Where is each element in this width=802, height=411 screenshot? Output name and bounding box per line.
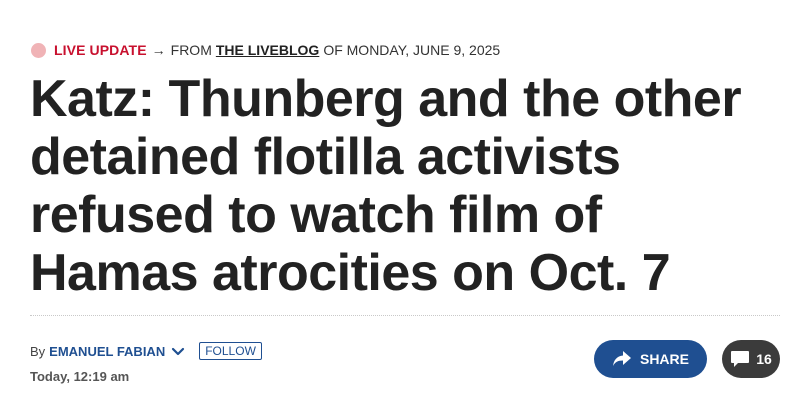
live-dot-icon (31, 42, 46, 58)
by-label: By (30, 343, 46, 359)
comment-bubble-icon (731, 351, 750, 367)
chevron-down-icon[interactable] (171, 344, 185, 358)
share-label: SHARE (639, 351, 689, 367)
live-update-label: LIVE UPDATE (54, 42, 147, 58)
liveblog-link[interactable]: THE LIVEBLOG (216, 42, 319, 58)
byline: By EMANUEL FABIAN FOLLOW (30, 342, 262, 360)
article-headline: Katz: Thunberg and the other detained fl… (30, 70, 742, 302)
share-arrow-icon (612, 351, 631, 366)
live-update-kicker: LIVE UPDATE → FROM THE LIVEBLOG OF MONDA… (31, 40, 500, 60)
comments-button[interactable]: 16 (722, 340, 780, 378)
publish-timestamp: Today, 12:19 am (30, 369, 130, 384)
follow-button[interactable]: FOLLOW (199, 342, 262, 360)
author-link[interactable]: EMANUEL FABIAN (49, 344, 165, 359)
from-label: FROM (170, 42, 212, 58)
share-button[interactable]: SHARE (594, 340, 707, 378)
liveblog-date: OF MONDAY, JUNE 9, 2025 (323, 42, 501, 58)
arrow-icon: → (151, 42, 166, 58)
comment-count: 16 (756, 351, 772, 367)
divider (30, 315, 780, 316)
